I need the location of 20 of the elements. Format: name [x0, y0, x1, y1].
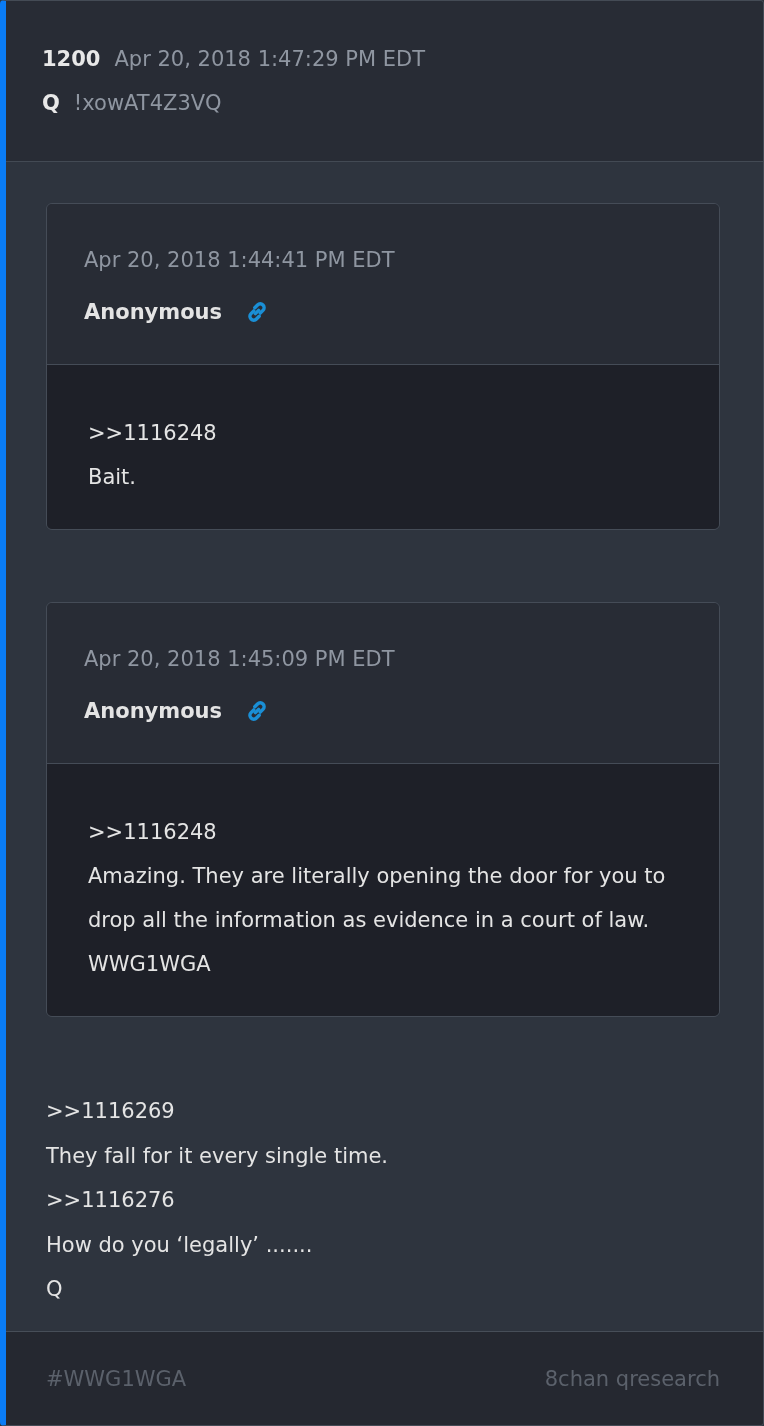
quote-timestamp: Apr 20, 2018 1:45:09 PM EDT — [84, 647, 396, 673]
tripcode: !xowAT4Z3VQ — [73, 91, 222, 115]
quote-text: >>1116248 — [88, 420, 218, 447]
quote-timestamp: Apr 20, 2018 1:44:41 PM EDT — [84, 248, 396, 274]
post-text: >>1116269 — [46, 1098, 176, 1125]
post-timestamp: Apr 20, 2018 1:47:29 PM EDT — [114, 47, 425, 71]
source-label: 8chan qresearch — [544, 1366, 720, 1391]
quote-author: Anonymous — [84, 699, 223, 723]
quote-author: Anonymous — [84, 300, 223, 324]
author-name: Q — [42, 91, 60, 115]
post-text: How do you ‘legally’ ....... — [46, 1231, 314, 1259]
quote-text: >>1116248 — [88, 819, 218, 846]
post-text: >>1116276 — [46, 1187, 176, 1214]
hashtag: #WWG1WGA — [46, 1366, 187, 1391]
post-number: 1200 — [42, 47, 101, 71]
quote-text: WWG1WGA — [88, 951, 212, 978]
quote-text: Bait. — [88, 464, 138, 491]
quote-text: Amazing. They are literally opening the door for you to drop all the information as evidence in a court of law. — [88, 863, 667, 934]
post-text: They fall for it every single time. — [46, 1142, 390, 1170]
post-text: Q — [46, 1276, 64, 1303]
